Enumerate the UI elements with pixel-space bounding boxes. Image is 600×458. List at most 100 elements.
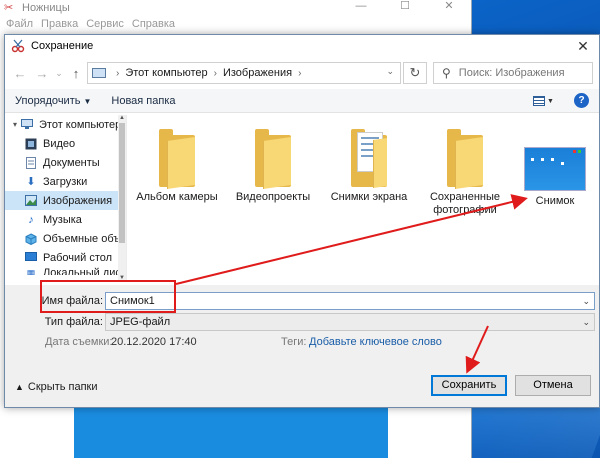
date-taken-label: Дата съемки:	[45, 336, 113, 348]
folder-item-screenshots[interactable]: Снимки экрана	[321, 129, 417, 204]
folder-item-video-projects[interactable]: Видеопроекты	[225, 129, 321, 204]
music-icon: ♪	[28, 213, 34, 226]
pictures-icon	[25, 195, 37, 207]
image-item-snip[interactable]: Снимок	[507, 129, 600, 208]
filename-highlight-box	[40, 280, 176, 313]
folder-label: Снимки экрана	[330, 191, 408, 203]
address-bar[interactable]: › Этот компьютер › Изображения › ⌄	[87, 62, 401, 84]
sidebar-item-music[interactable]: ♪ Музыка	[5, 210, 126, 229]
view-icon	[533, 96, 545, 106]
chevron-up-icon: ▲	[15, 382, 24, 392]
hide-folders-label: Скрыть папки	[27, 381, 98, 393]
tags-input[interactable]: Добавьте ключевое слово	[309, 336, 442, 348]
address-dropdown-icon[interactable]: ⌄	[386, 66, 394, 77]
computer-icon	[92, 68, 106, 78]
save-dialog: Сохранение ✕ ← → ⌄ ↑ › Этот компьютер › …	[4, 34, 600, 408]
navigation-bar: ← → ⌄ ↑ › Этот компьютер › Изображения ›…	[5, 59, 599, 87]
filetype-row: Тип файла: JPEG-файл ⌄	[5, 312, 599, 332]
sidebar-item-desktop[interactable]: Рабочий стол	[5, 248, 126, 267]
search-input[interactable]: ⚲ Поиск: Изображения	[433, 62, 593, 84]
image-thumbnail	[524, 147, 586, 191]
sidebar-item-label: Изображения	[43, 194, 113, 207]
sidebar-item-downloads[interactable]: ⬇ Загрузки	[5, 172, 126, 191]
organize-button[interactable]: Упорядочить ▼	[15, 95, 91, 107]
chevron-down-icon: ▼	[83, 96, 92, 106]
folder-label: Сохраненные фотографии	[429, 191, 501, 216]
sidebar-item-label: Локальный дис	[43, 267, 121, 275]
menu-tools[interactable]: Сервис	[86, 18, 124, 30]
sidebar-item-label: Документы	[43, 156, 100, 169]
snipping-tool-menubar: Файл Правка Сервис Справка	[0, 16, 471, 32]
chevron-down-icon[interactable]: ⌄	[582, 314, 590, 330]
computer-icon	[21, 119, 34, 131]
search-placeholder: Поиск: Изображения	[458, 67, 565, 79]
sidebar-item-this-pc[interactable]: ▾ Этот компьютер	[5, 115, 126, 134]
refresh-icon[interactable]: ↻	[403, 62, 427, 84]
dialog-close-button[interactable]: ✕	[575, 38, 591, 55]
chevron-down-icon[interactable]: ⌄	[582, 293, 590, 309]
sidebar-item-video[interactable]: Видео	[5, 134, 126, 153]
maximize-button[interactable]: ☐	[383, 0, 427, 14]
breadcrumb-this-pc[interactable]: Этот компьютер	[125, 67, 207, 79]
folder-item-saved-pictures[interactable]: Сохраненные фотографии	[417, 129, 513, 217]
cancel-button[interactable]: Отмена	[515, 375, 591, 396]
image-label: Снимок	[535, 195, 575, 207]
minimize-button[interactable]: —	[339, 0, 383, 14]
back-arrow-icon[interactable]: ←	[9, 66, 31, 81]
breadcrumb-separator: ›	[298, 67, 302, 79]
tags-label: Теги:	[281, 336, 307, 348]
search-icon: ⚲	[442, 66, 451, 80]
sidebar-item-local-disk[interactable]: ▦ Локальный дис	[5, 267, 126, 275]
up-arrow-icon[interactable]: ↑	[65, 66, 87, 81]
file-list: Альбом камеры Видеопроекты Снимки экрана…	[129, 115, 597, 281]
sidebar-item-3d-objects[interactable]: Объемные объ	[5, 229, 126, 248]
recent-locations-icon[interactable]: ⌄	[53, 68, 65, 79]
menu-help[interactable]: Справка	[132, 18, 175, 30]
help-button[interactable]: ?	[574, 93, 589, 108]
desktop-icon	[25, 252, 37, 264]
filetype-select[interactable]: JPEG-файл ⌄	[105, 313, 595, 331]
dialog-title: Сохранение	[31, 40, 94, 52]
folder-label: Альбом камеры	[136, 191, 218, 203]
captured-snip-preview	[74, 404, 388, 458]
menu-file[interactable]: Файл	[6, 18, 33, 30]
downloads-icon: ⬇	[26, 175, 36, 188]
forward-arrow-icon[interactable]: →	[31, 66, 53, 81]
folder-icon	[351, 129, 387, 188]
save-button[interactable]: Сохранить	[431, 375, 507, 396]
filetype-value: JPEG-файл	[110, 316, 171, 328]
filetype-label: Тип файла:	[44, 316, 103, 328]
sidebar-item-pictures[interactable]: Изображения	[5, 191, 126, 210]
sidebar-item-label: Видео	[43, 137, 76, 150]
close-button[interactable]: ✕	[427, 0, 471, 14]
command-bar: Упорядочить ▼ Новая папка ▼ ?	[5, 89, 599, 113]
new-folder-button[interactable]: Новая папка	[111, 95, 175, 107]
menu-edit[interactable]: Правка	[41, 18, 78, 30]
date-taken-value[interactable]: 20.12.2020 17:40	[111, 336, 197, 348]
filename-input[interactable]: Снимок1 ⌄	[105, 292, 595, 310]
snipping-tool-title: Ножницы	[22, 2, 70, 14]
sidebar-item-label: Этот компьютер	[39, 118, 122, 131]
organize-label: Упорядочить	[15, 94, 81, 107]
sidebar-item-label: Рабочий стол	[43, 251, 113, 264]
folder-icon	[159, 129, 195, 189]
folder-item-camera-roll[interactable]: Альбом камеры	[129, 129, 225, 204]
sidebar-scrollbar[interactable]: ▲ ▼	[118, 115, 126, 281]
dialog-footer: ▲ Скрыть папки Сохранить Отмена	[5, 349, 599, 407]
breadcrumb-separator: ›	[213, 67, 217, 79]
video-icon	[25, 138, 37, 150]
scissors-icon: ✂	[4, 2, 14, 14]
scrollbar-thumb[interactable]	[119, 123, 125, 243]
dialog-titlebar: Сохранение	[5, 35, 599, 57]
window-controls: — ☐ ✕	[339, 0, 471, 14]
breadcrumb-pictures[interactable]: Изображения	[223, 67, 292, 79]
change-view-button[interactable]: ▼	[533, 94, 555, 108]
navigation-pane: ▾ Этот компьютер Видео Документы ⬇ Загру…	[5, 115, 127, 281]
expand-arrow-icon[interactable]: ▾	[13, 120, 17, 129]
scroll-up-icon[interactable]: ▲	[118, 115, 126, 121]
hide-folders-button[interactable]: ▲ Скрыть папки	[15, 381, 98, 393]
metadata-row: Дата съемки: 20.12.2020 17:40 Теги: Доба…	[5, 336, 599, 350]
scissors-icon	[11, 39, 25, 53]
sidebar-item-documents[interactable]: Документы	[5, 153, 126, 172]
folder-icon	[447, 129, 483, 189]
